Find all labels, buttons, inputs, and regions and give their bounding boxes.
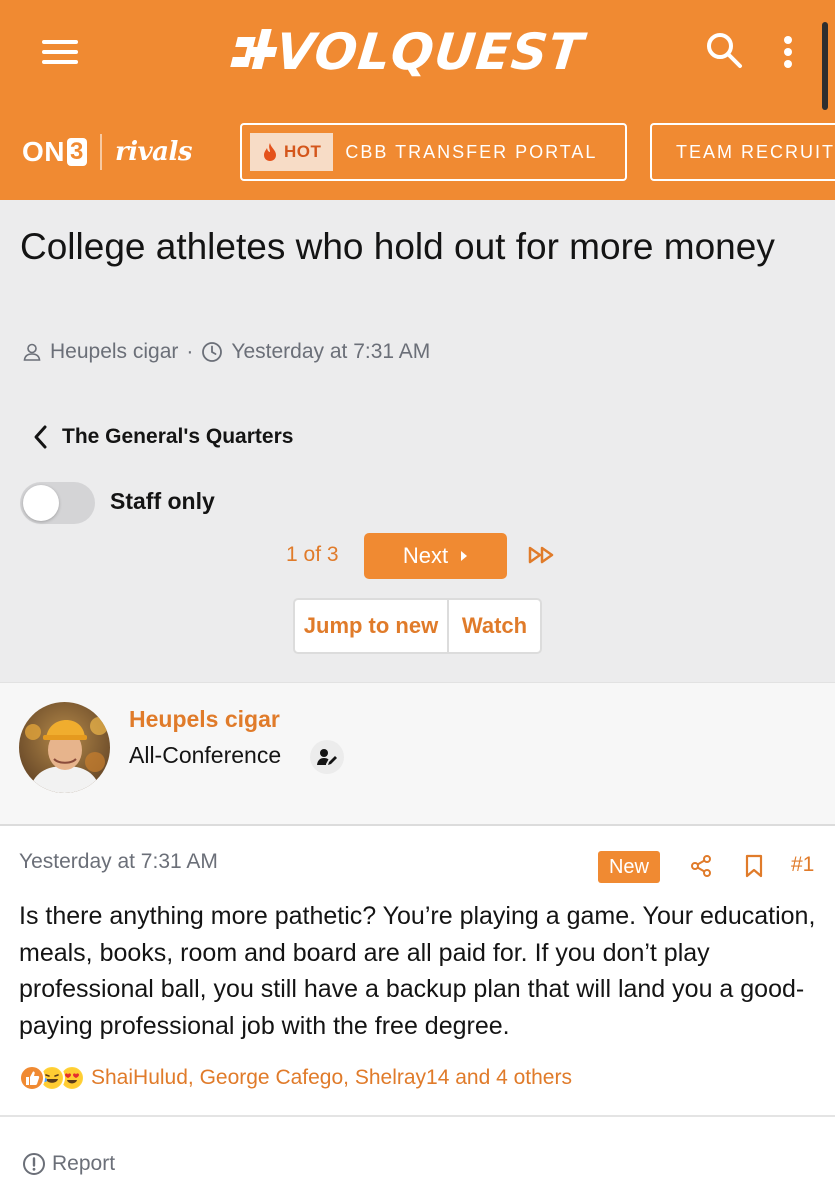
next-page-button[interactable]: Next — [364, 533, 507, 579]
logo-mark-icon — [228, 29, 278, 75]
thread-timestamp[interactable]: Yesterday at 7:31 AM — [231, 340, 430, 364]
hot-badge: HOT — [250, 133, 334, 171]
user-title: All-Conference — [129, 742, 282, 768]
flame-icon — [264, 143, 276, 161]
bookmark-icon[interactable] — [742, 854, 766, 878]
nav-chip-transfer-portal[interactable]: HOT CBB TRANSFER PORTAL — [240, 123, 627, 181]
post-footer-divider — [0, 1115, 835, 1117]
page-selector[interactable]: 1 of 3 — [286, 543, 339, 567]
alert-circle-icon — [23, 1153, 45, 1175]
chevron-left-icon — [34, 425, 47, 449]
post-author-name[interactable]: Heupels cigar — [129, 706, 280, 733]
new-badge: New — [598, 851, 660, 883]
nav-chip-label: TEAM RECRUIT — [676, 141, 835, 162]
share-icon[interactable] — [689, 854, 713, 878]
on3-logo[interactable]: ON 3 — [22, 136, 87, 168]
like-reaction-icon — [19, 1065, 45, 1091]
forum-name: The General's Quarters — [62, 425, 294, 448]
hamburger-menu-icon[interactable] — [40, 38, 80, 66]
meta-separator: · — [186, 340, 194, 363]
reactions-bar[interactable]: ShaiHulud, George Cafego, Shelray14 and … — [19, 1065, 572, 1091]
post-number-link[interactable]: #1 — [791, 853, 814, 877]
last-page-icon[interactable] — [527, 543, 557, 567]
report-link[interactable]: Report — [22, 1152, 115, 1176]
reaction-summary[interactable]: ShaiHulud, George Cafego, Shelray14 and … — [91, 1066, 572, 1090]
scrollbar-thumb[interactable] — [822, 22, 828, 110]
nav-chip-label: CBB TRANSFER PORTAL — [345, 141, 598, 162]
clock-icon — [202, 342, 223, 362]
nav-chip-team-recruiting[interactable]: TEAM RECRUIT — [650, 123, 835, 181]
user-edit-icon — [310, 740, 344, 774]
search-icon[interactable] — [704, 30, 744, 70]
site-logo[interactable]: VOLQUEST — [230, 22, 587, 82]
rivals-logo[interactable]: rivals — [115, 137, 193, 167]
thread-title: College athletes who hold out for more m… — [20, 226, 775, 267]
post-timestamp[interactable]: Yesterday at 7:31 AM — [19, 850, 218, 874]
staff-only-toggle[interactable] — [20, 482, 95, 524]
staff-only-label: Staff only — [110, 488, 215, 514]
thread-author-link[interactable]: Heupels cigar — [50, 340, 178, 364]
more-options-icon[interactable] — [776, 32, 800, 72]
thread-actions: Jump to new Watch — [293, 598, 542, 654]
forum-breadcrumb[interactable]: The General's Quarters — [32, 424, 293, 450]
post-body: Is there anything more pathetic? You’re … — [19, 902, 816, 1040]
post-author-block — [0, 682, 835, 826]
watch-button[interactable]: Watch — [449, 600, 540, 652]
avatar[interactable] — [19, 702, 110, 793]
logo-text: VOLQUEST — [272, 23, 587, 81]
jump-to-new-button[interactable]: Jump to new — [295, 600, 449, 652]
caret-right-icon — [461, 551, 468, 561]
thread-meta: Heupels cigar · Yesterday at 7:31 AM — [22, 340, 430, 364]
user-icon — [23, 343, 41, 361]
logo-divider — [100, 134, 102, 170]
